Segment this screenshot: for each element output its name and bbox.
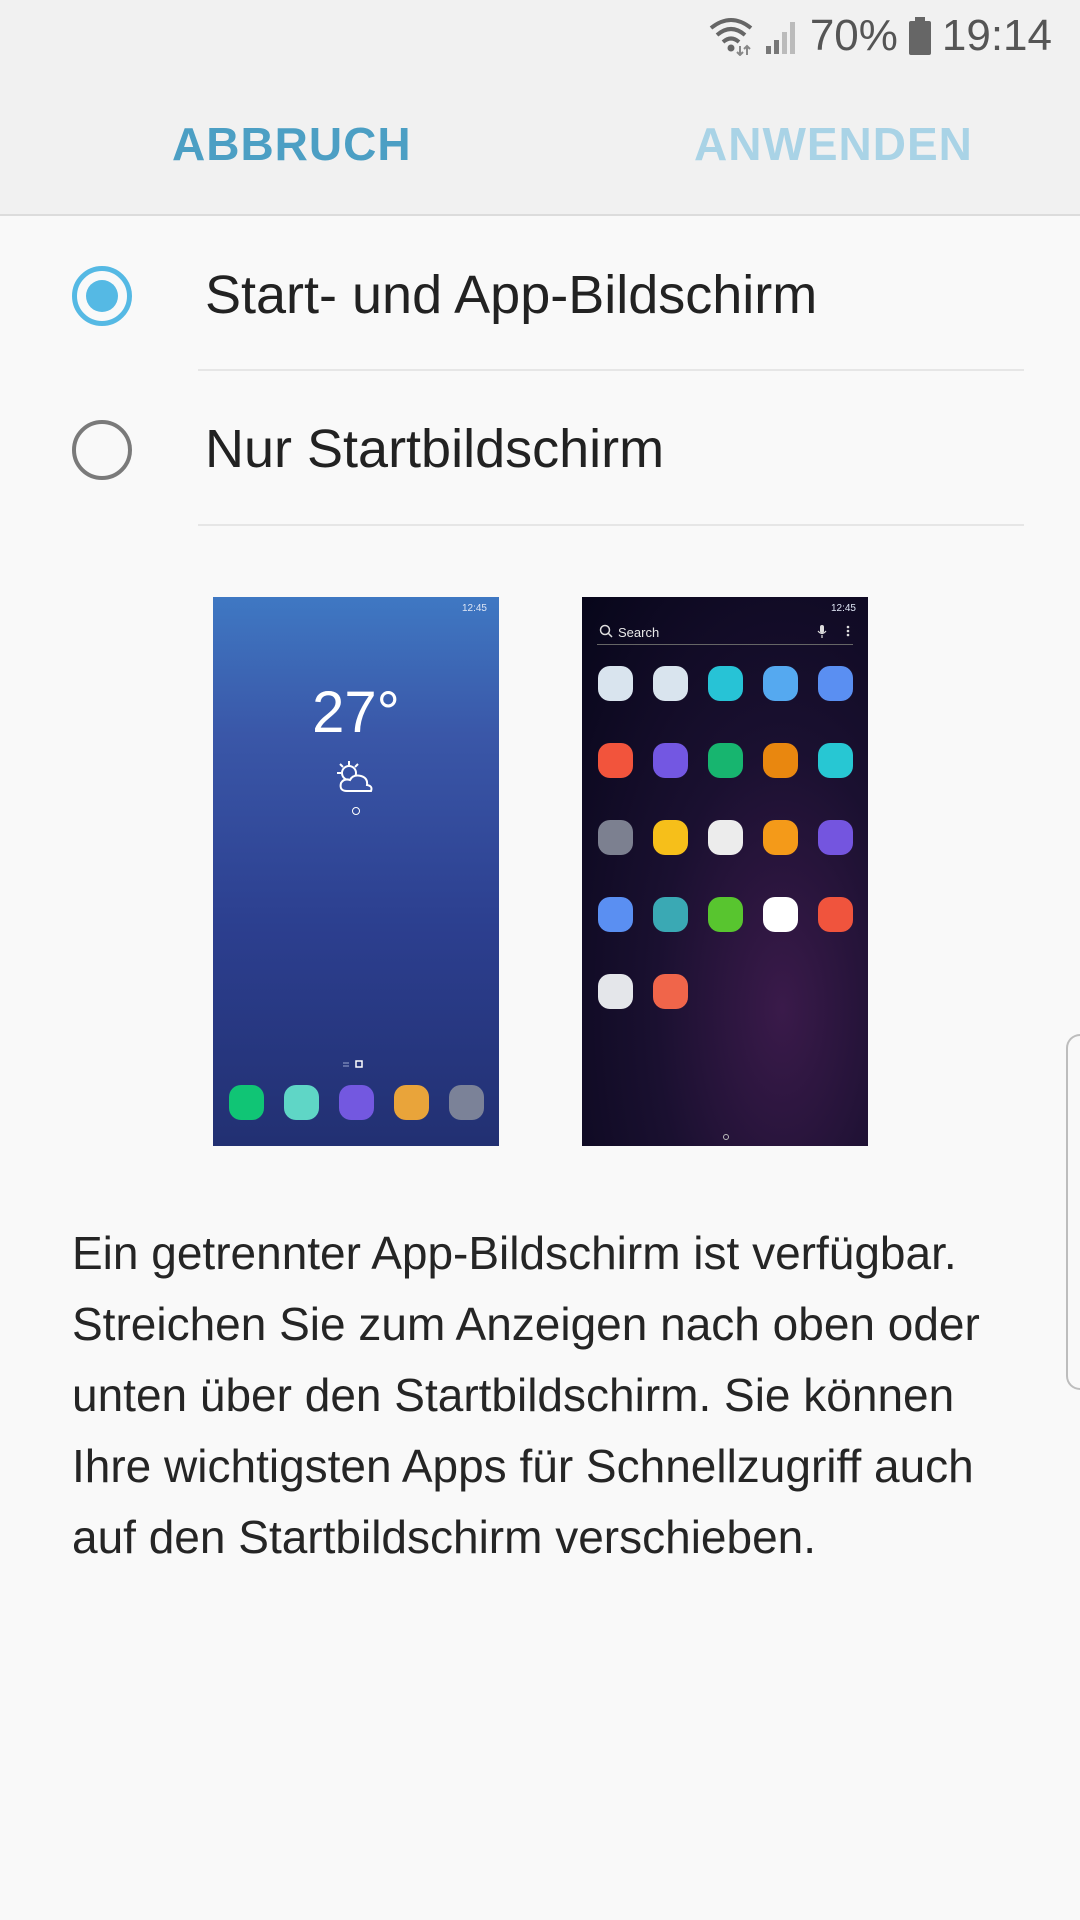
app-grid-icon <box>598 974 633 1009</box>
dock-app-icon <box>394 1085 429 1120</box>
status-time: 19:14 <box>941 11 1052 60</box>
app-grid-icon <box>763 820 798 855</box>
app-grid-icon <box>598 897 633 932</box>
app-grid-icon <box>818 743 853 778</box>
app-grid-icon <box>763 897 798 932</box>
search-placeholder: Search <box>618 625 660 640</box>
preview-status-time: 12:45 <box>830 603 856 614</box>
option-label: Nur Startbildschirm <box>205 419 665 479</box>
dock-app-icon <box>339 1085 374 1120</box>
app-grid-icon <box>598 820 633 855</box>
app-grid-icon <box>708 666 743 701</box>
location-icon <box>352 807 360 815</box>
option-home-screen-only[interactable]: Nur Startbildschirm <box>0 372 1080 527</box>
description-text: Ein getrennter App-Bildschirm ist verfüg… <box>72 1227 980 1563</box>
apply-button[interactable]: ANWENDEN <box>694 72 973 216</box>
microphone-icon <box>817 625 827 638</box>
battery-percent: 70% <box>809 11 898 60</box>
app-grid-icon <box>763 666 798 701</box>
radio-button-unselected[interactable] <box>72 420 132 480</box>
wifi-icon <box>709 18 753 56</box>
apps-screen-preview: 12:45 Search <box>582 597 868 1146</box>
signal-icon <box>765 22 795 54</box>
page-indicator-icon <box>343 1060 363 1068</box>
status-icons: 70% 19:14 <box>708 10 1052 62</box>
option-label: Start- und App-Bildschirm <box>205 265 818 325</box>
app-bar: ABBRUCH ANWENDEN <box>0 72 1080 216</box>
cancel-button[interactable]: ABBRUCH <box>172 72 412 216</box>
home-indicator-icon <box>723 1134 729 1140</box>
status-bar: 70% 19:14 <box>0 0 1080 72</box>
more-options-icon <box>846 625 850 637</box>
search-icon <box>599 624 613 638</box>
app-grid-icon <box>763 743 798 778</box>
app-grid-icon <box>708 743 743 778</box>
app-grid-icon <box>818 820 853 855</box>
home-screen-preview: 12:45 27° <box>213 597 499 1146</box>
app-grid-icon <box>653 743 688 778</box>
app-grid-icon <box>818 666 853 701</box>
app-grid-icon <box>653 974 688 1009</box>
preview-status-time: 12:45 <box>461 603 487 614</box>
app-grid-icon <box>598 743 633 778</box>
app-grid-icon <box>708 820 743 855</box>
app-grid-icon <box>818 897 853 932</box>
dock-app-icon <box>449 1085 484 1120</box>
partly-cloudy-icon <box>337 761 373 792</box>
search-bar: Search <box>597 621 853 645</box>
divider <box>198 369 1024 371</box>
option-home-and-apps-screen[interactable]: Start- und App-Bildschirm <box>0 218 1080 373</box>
app-grid-icon <box>653 666 688 701</box>
app-grid-icon <box>708 897 743 932</box>
dock-app-icon <box>229 1085 264 1120</box>
edge-panel-handle[interactable] <box>1066 1034 1080 1390</box>
app-grid-icon <box>653 820 688 855</box>
app-grid-icon <box>598 666 633 701</box>
battery-icon <box>908 17 931 55</box>
weather-temperature: 27° <box>312 680 400 745</box>
divider <box>198 524 1024 526</box>
radio-button-selected[interactable] <box>72 266 132 326</box>
app-grid-icon <box>653 897 688 932</box>
dock-app-icon <box>284 1085 319 1120</box>
